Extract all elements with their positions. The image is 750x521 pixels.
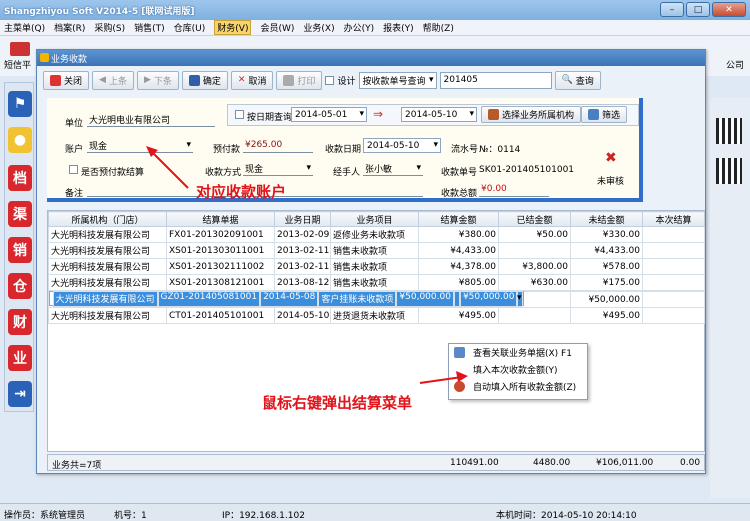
status-machine: 机号：1 [114, 511, 147, 521]
status-ip: IP：192.168.1.102 [222, 511, 305, 521]
status-operator: 操作员：系统管理员 [4, 511, 86, 521]
annotation-arrow [419, 376, 463, 384]
annotation-arrow [149, 149, 189, 189]
annotation-rightclick: 鼠标右键弹出结算菜单 [262, 394, 413, 412]
annotation-account: 对应收款账户 [196, 183, 287, 201]
status-bar: 操作员：系统管理员 机号：1 IP：192.168.1.102 本机时间：201… [0, 503, 750, 521]
annotation-arrows [146, 146, 468, 384]
status-time: 本机时间：2014-05-10 20:14:10 [496, 511, 637, 521]
annotation-arrowhead [456, 371, 468, 382]
